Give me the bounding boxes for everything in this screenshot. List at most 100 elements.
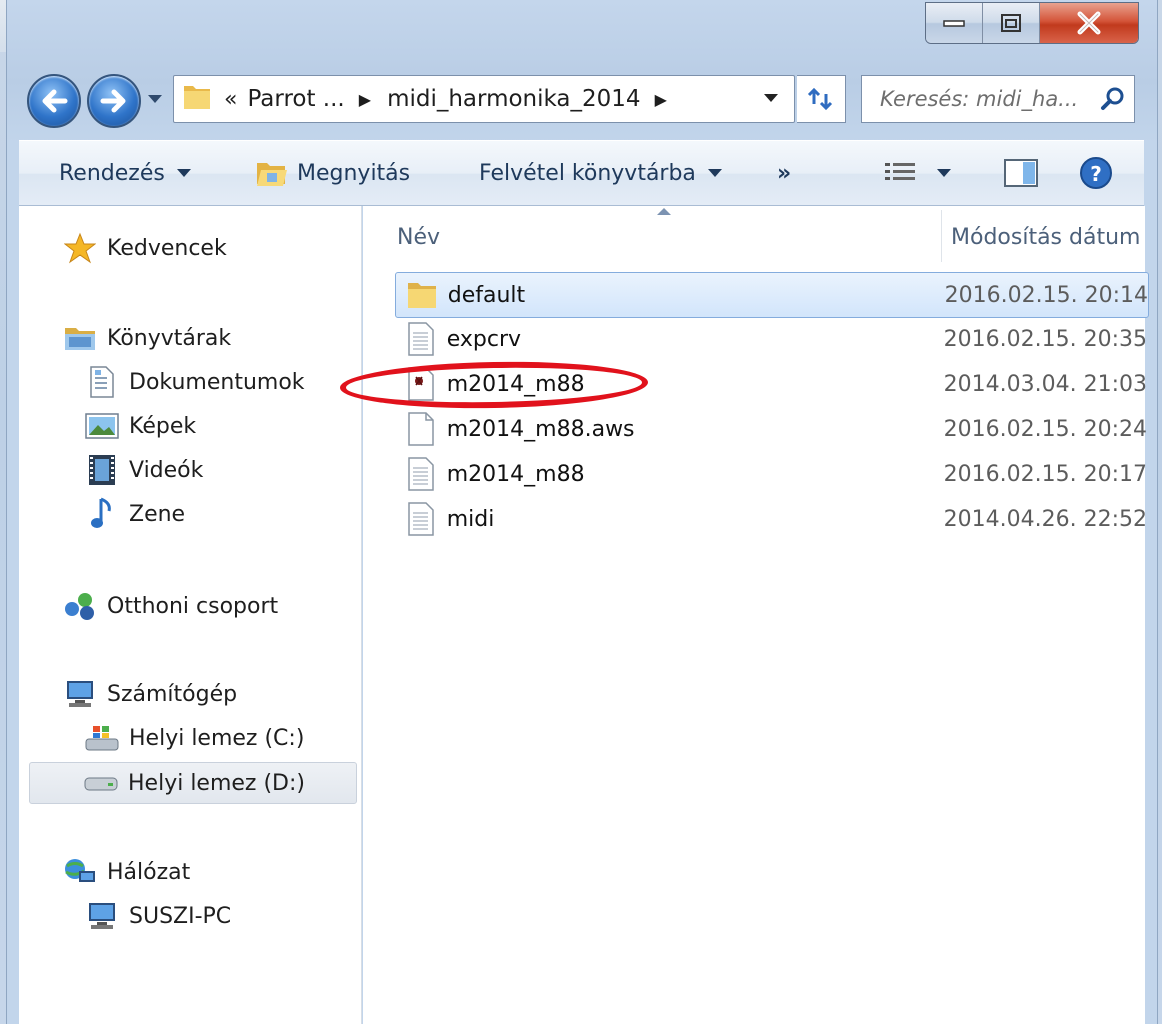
nav-drive-c[interactable]: Helyi lemez (C:) [85, 718, 304, 758]
help-button[interactable]: ? [1079, 141, 1113, 205]
help-icon: ? [1080, 157, 1112, 189]
minimize-button[interactable] [926, 3, 983, 43]
address-history-dropdown-icon[interactable] [763, 92, 779, 104]
svg-text:?: ? [1090, 162, 1102, 186]
refresh-icon [807, 87, 833, 111]
nav-label: Könyvtárak [107, 325, 232, 351]
star-icon [63, 231, 97, 265]
hidden-crumbs-chevron[interactable]: « [224, 87, 237, 112]
file-date: 2016.02.15. 20:35 [943, 326, 1147, 352]
address-bar[interactable]: « Parrot ... ▶ midi_harmonika_2014 ▶ [173, 75, 795, 123]
navigation-pane: Kedvencek Könyvtárak Dokumentumok Képek … [19, 206, 362, 1024]
add-to-library-label: Felvétel könyvtárba [479, 160, 696, 186]
close-icon [1077, 11, 1101, 35]
nav-label: Zene [129, 501, 186, 527]
chevron-down-icon [937, 169, 951, 177]
explorer-window: « Parrot ... ▶ midi_harmonika_2014 ▶ Ren… [6, 0, 1158, 1024]
nav-homegroup[interactable]: Otthoni csoport [63, 586, 278, 626]
preview-pane-icon [1004, 159, 1038, 187]
nav-label: Videók [129, 457, 204, 483]
file-date: 2016.02.15. 20:14 [944, 282, 1148, 308]
close-button[interactable] [1040, 3, 1138, 43]
organize-label: Rendezés [59, 160, 165, 186]
details-view-icon [885, 163, 915, 180]
nav-drive-d[interactable]: Helyi lemez (D:) [29, 762, 357, 804]
back-button[interactable] [27, 74, 81, 128]
nav-documents[interactable]: Dokumentumok [85, 362, 305, 402]
open-label: Megnyitás [297, 160, 411, 186]
nav-pictures[interactable]: Képek [85, 406, 196, 446]
preview-pane-button[interactable] [1003, 141, 1039, 205]
file-row[interactable]: expcrv 2016.02.15. 20:35 [395, 317, 1147, 361]
folder-icon [402, 275, 442, 315]
libraries-icon [63, 321, 97, 355]
homegroup-icon [63, 589, 97, 623]
network-icon [63, 855, 97, 889]
search-box[interactable] [861, 75, 1135, 123]
recent-pages-dropdown-icon[interactable] [147, 92, 163, 106]
more-commands-button[interactable]: » [777, 141, 791, 205]
file-date: 2014.03.04. 21:03 [943, 371, 1147, 397]
music-note-icon [85, 497, 119, 531]
breadcrumb-midi-harmonika[interactable]: midi_harmonika_2014 [387, 86, 641, 112]
arrow-left-icon [42, 89, 68, 113]
maximize-icon [1001, 14, 1021, 32]
file-name: m2014_m88 [446, 461, 585, 487]
nav-videos[interactable]: Videók [85, 450, 203, 490]
column-divider[interactable] [941, 210, 942, 262]
file-name: default [447, 282, 526, 308]
nav-music[interactable]: Zene [85, 494, 185, 534]
nav-pc[interactable]: SUSZI-PC [85, 896, 231, 936]
search-input[interactable] [878, 86, 1100, 112]
sort-ascending-icon [657, 208, 671, 215]
nav-label: SUSZI-PC [129, 903, 232, 929]
view-options-button[interactable] [883, 141, 951, 205]
command-bar: Rendezés Megnyitás Felvétel könyvtárba » [19, 140, 1144, 206]
refresh-button[interactable] [797, 75, 846, 123]
nav-label: Képek [129, 413, 197, 439]
file-list: Név Módosítás dátum default 2016.02.15. … [363, 206, 1149, 1024]
forward-button[interactable] [87, 74, 141, 128]
breadcrumb-parrot[interactable]: Parrot ... [247, 86, 344, 112]
open-button[interactable]: Megnyitás [255, 141, 410, 205]
file-name: m2014_m88.aws [446, 416, 635, 442]
organize-button[interactable]: Rendezés [59, 141, 191, 205]
text-file-icon [401, 499, 441, 539]
computer-icon [85, 899, 119, 933]
text-file-icon [401, 319, 441, 359]
nav-label: Számítógép [107, 681, 238, 707]
folder-icon [182, 80, 212, 118]
nav-label: Hálózat [107, 859, 191, 885]
column-header-name[interactable]: Név [397, 206, 440, 268]
maximize-button[interactable] [983, 3, 1040, 43]
nav-label: Otthoni csoport [107, 593, 279, 619]
file-row[interactable]: m2014_m88.aws 2016.02.15. 20:24 [395, 407, 1147, 451]
computer-icon [63, 677, 97, 711]
nav-label: Helyi lemez (C:) [129, 725, 305, 751]
caption-buttons [925, 2, 1139, 44]
chevron-down-icon [707, 169, 722, 177]
file-row[interactable]: midi 2014.04.26. 22:52 [395, 497, 1147, 541]
file-date: 2014.04.26. 22:52 [943, 506, 1147, 532]
file-row[interactable]: default 2016.02.15. 20:14 [395, 272, 1149, 318]
add-to-library-button[interactable]: Felvétel könyvtárba [479, 141, 722, 205]
nav-computer[interactable]: Számítógép [63, 674, 237, 714]
nav-label: Dokumentumok [129, 369, 305, 395]
nav-libraries[interactable]: Könyvtárak [63, 318, 231, 358]
videos-icon [85, 453, 119, 487]
text-file-icon [401, 454, 441, 494]
minimize-icon [943, 20, 965, 27]
nav-network[interactable]: Hálózat [63, 852, 190, 892]
breadcrumb-separator-icon[interactable]: ▶ [655, 90, 667, 109]
chevron-down-icon [176, 169, 191, 177]
drive-icon [84, 766, 118, 800]
nav-favorites[interactable]: Kedvencek [63, 228, 227, 268]
system-drive-icon [85, 721, 119, 755]
open-folder-icon [255, 157, 289, 189]
file-row[interactable]: m2014_m88 2016.02.15. 20:17 [395, 452, 1147, 496]
arrow-right-icon [100, 89, 126, 113]
search-icon[interactable] [1100, 86, 1126, 112]
column-header-modified[interactable]: Módosítás dátum [951, 206, 1140, 268]
breadcrumb-separator-icon[interactable]: ▶ [359, 90, 371, 109]
nav-label: Kedvencek [107, 235, 227, 261]
